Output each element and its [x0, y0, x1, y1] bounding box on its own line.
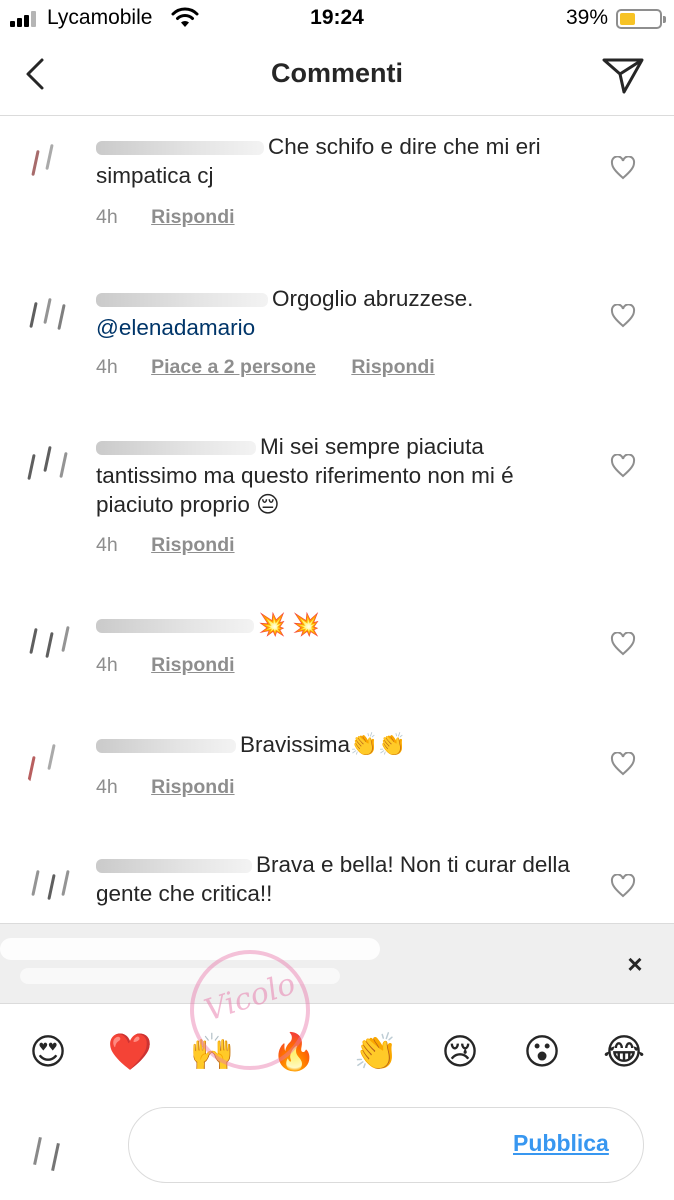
comment-text: Che schifo e dire che mi eri simpatica c… [96, 134, 541, 188]
battery-fill [620, 13, 635, 25]
avatar [20, 730, 78, 788]
comment-text: Orgoglio abruzzese. @elenadamario [96, 286, 474, 340]
close-button[interactable]: × [622, 951, 648, 978]
comment-input[interactable] [153, 1130, 493, 1162]
header: Commenti [0, 38, 674, 116]
reply-button[interactable]: Rispondi [151, 654, 234, 676]
paper-plane-icon [602, 58, 644, 94]
comment-text: 💥 💥 [96, 610, 576, 639]
comment-text: Brava e bella! Non ti curar della gente … [96, 852, 570, 906]
notice-bar: × [0, 923, 674, 1003]
reply-button[interactable]: Rispondi [151, 206, 234, 228]
heart-icon[interactable] [610, 632, 636, 656]
emoji-bar: 😍 ❤️ 🙌 🔥 👏 😢 😮 😂 [0, 1003, 674, 1099]
watermark-logo-text: Vicolo [200, 966, 300, 1029]
comment-meta: 4h Rispondi [96, 206, 265, 229]
comment-time: 4h [96, 534, 118, 556]
comment-time: 4h [96, 206, 118, 228]
redaction-smear [0, 938, 380, 960]
comment-item: Brava e bella! Non ti curar della gente … [0, 846, 674, 922]
comment-item: Orgoglio abruzzese. @elenadamario 4h Pia… [0, 276, 674, 406]
comment-item: Che schifo e dire che mi eri simpatica c… [0, 126, 674, 256]
emoji-heart-eyes[interactable]: 😍 [24, 1028, 72, 1076]
status-bar: Lycamobile 19:24 39% [0, 0, 674, 38]
heart-icon[interactable] [610, 304, 636, 328]
reply-button[interactable]: Rispondi [151, 776, 234, 798]
reply-button[interactable]: Rispondi [351, 356, 434, 378]
comment-time: 4h [96, 356, 118, 378]
page-title: Commenti [270, 58, 403, 88]
comment-item: Mi sei sempre piaciuta tantissimo ma que… [0, 426, 674, 586]
comment-time: 4h [96, 776, 118, 798]
avatar [20, 610, 78, 668]
publish-button[interactable]: Pubblica [513, 1130, 609, 1157]
heart-icon[interactable] [610, 454, 636, 478]
emoji-laughing[interactable]: 😂 [600, 1028, 648, 1076]
battery-icon [616, 9, 666, 29]
comment-text: Bravissima👏👏 [96, 730, 576, 759]
comment-meta: 4h Rispondi [96, 776, 265, 799]
comment-input-field: Pubblica [128, 1107, 644, 1183]
comment-meta: 4h Piace a 2 persone Rispondi [96, 356, 465, 379]
heart-icon[interactable] [610, 156, 636, 180]
heart-icon[interactable] [610, 874, 636, 898]
comment-item: 💥 💥 4h Rispondi [0, 604, 674, 704]
mention-link[interactable]: @elenadamario [96, 315, 255, 340]
emoji-red-heart[interactable]: ❤️ [106, 1028, 154, 1076]
avatar [20, 852, 78, 910]
likes-link[interactable]: Piace a 2 persone [151, 356, 316, 378]
avatar [22, 1117, 86, 1181]
heart-icon[interactable] [610, 752, 636, 776]
watermark-logo: Vicolo [190, 950, 310, 1070]
comment-time: 4h [96, 654, 118, 676]
comment-item: Bravissima👏👏 4h Rispondi [0, 724, 674, 824]
comment-text: Mi sei sempre piaciuta tantissimo ma que… [96, 434, 514, 517]
reply-button[interactable]: Rispondi [151, 534, 234, 556]
emoji-crying[interactable]: 😢 [436, 1028, 484, 1076]
avatar [20, 132, 78, 190]
emoji-surprised[interactable]: 😮 [518, 1028, 566, 1076]
comment-composer: Pubblica [0, 1099, 674, 1200]
battery-percent: 39% [566, 6, 609, 29]
avatar [20, 282, 78, 340]
emoji-clapping[interactable]: 👏 [352, 1028, 400, 1076]
comment-meta: 4h Rispondi [96, 534, 265, 557]
comment-meta: 4h Rispondi [96, 654, 265, 677]
avatar [20, 432, 78, 490]
send-button[interactable] [600, 54, 646, 96]
